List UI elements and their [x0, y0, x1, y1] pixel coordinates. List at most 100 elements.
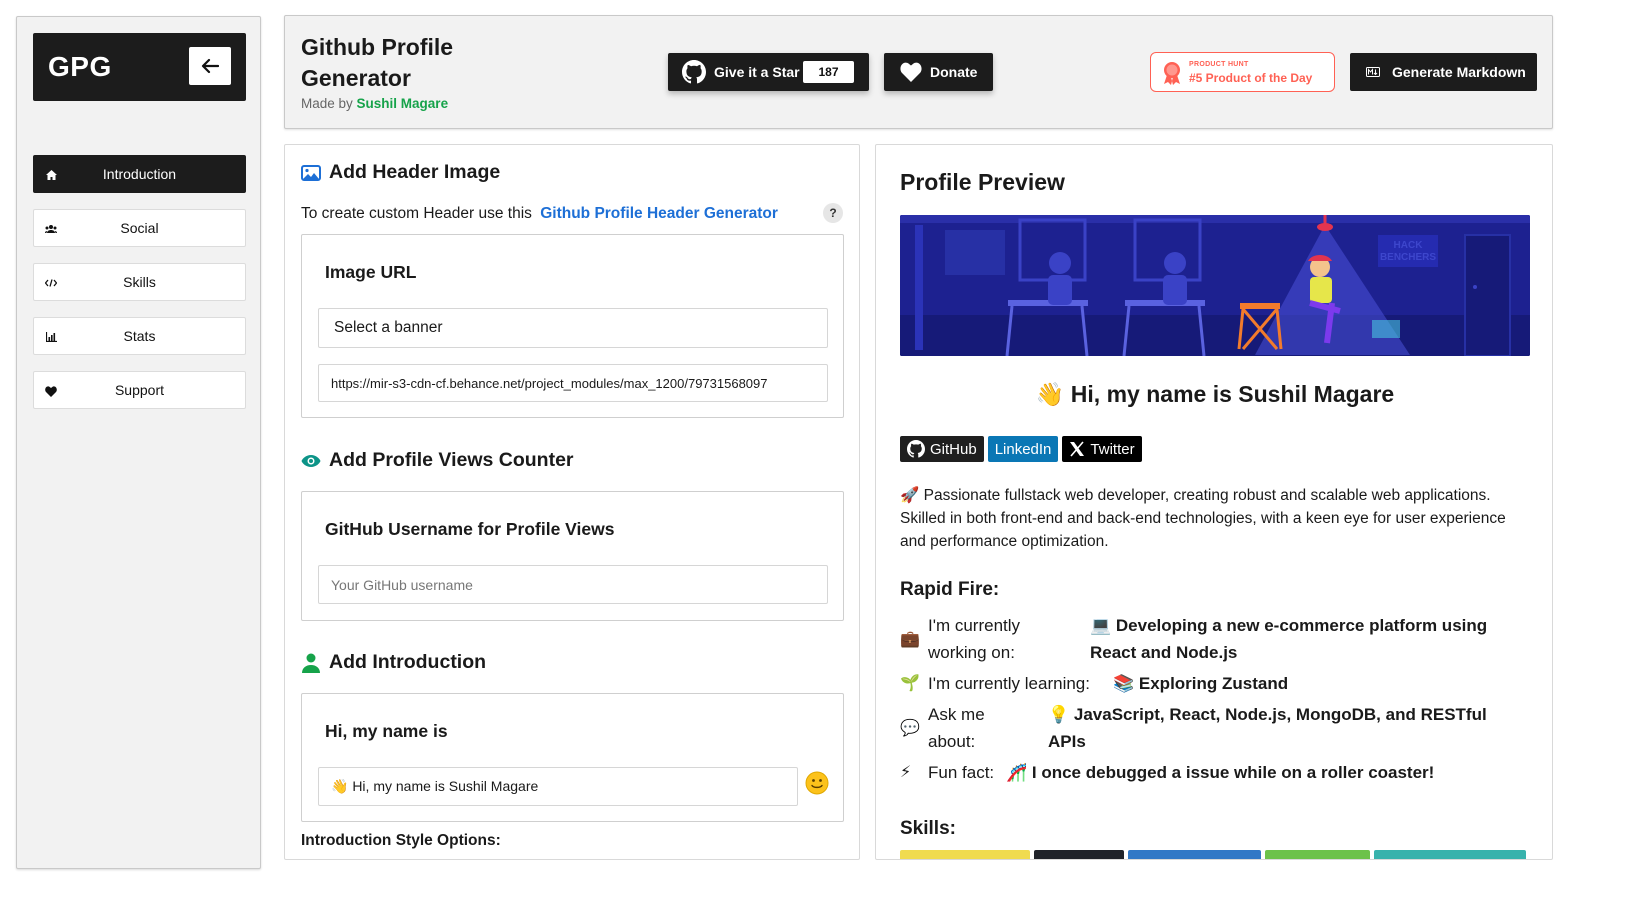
- lightning-icon: ⚡: [900, 764, 912, 781]
- generate-markdown-button[interactable]: Generate Markdown: [1350, 53, 1537, 91]
- rapid-fire-item: 🌱 I'm currently learning: 📚 Exploring Zu…: [900, 670, 1540, 697]
- home-icon: [44, 168, 58, 182]
- seedling-icon: 🌱: [900, 675, 920, 692]
- users-icon: [44, 222, 58, 236]
- sidebar-item-label: Social: [120, 220, 159, 236]
- eye-icon: [301, 451, 321, 471]
- image-url-input[interactable]: https://mir-s3-cdn-cf.behance.net/projec…: [318, 364, 828, 402]
- preview-panel: Profile Preview HACK BENCHERS 👋 Hi, my n…: [875, 144, 1553, 860]
- sidebar: GPG Introduction Social Skills Stats Sup…: [16, 16, 261, 869]
- heart-icon: [44, 384, 58, 398]
- made-by-prefix: Made by: [301, 96, 353, 111]
- image-url-card: Image URL Select a banner https://mir-s3…: [301, 234, 844, 418]
- header-banner-image: HACK BENCHERS: [900, 215, 1530, 356]
- speech-bubble-icon: 💬: [900, 720, 920, 737]
- preview-title: Profile Preview: [900, 169, 1065, 195]
- product-hunt-rank: #5 Product of the Day: [1189, 71, 1313, 85]
- donate-label: Donate: [930, 64, 978, 80]
- svg-text:BENCHERS: BENCHERS: [1380, 252, 1436, 263]
- linkedin-badge[interactable]: LinkedIn: [987, 436, 1059, 462]
- rapid-fire-label: I'm currently learning:: [928, 674, 1090, 693]
- heart-icon: [900, 62, 922, 82]
- preview-bio: 🚀 Passionate fullstack web developer, cr…: [900, 487, 1506, 550]
- github-icon: [907, 440, 925, 458]
- twitter-badge-label: Twitter: [1090, 440, 1135, 458]
- github-icon: [682, 60, 706, 84]
- rapid-fire-title: Rapid Fire:: [900, 579, 1000, 600]
- briefcase-icon: 💼: [900, 631, 920, 648]
- card-label: GitHub Username for Profile Views: [325, 519, 615, 539]
- skills-title: Skills:: [900, 818, 956, 839]
- linkedin-badge-label: LinkedIn: [994, 440, 1052, 458]
- section-title: Add Header Image: [329, 161, 501, 183]
- rapid-fire-item: ⚡ Fun fact: 🎢 I once debugged a issue wh…: [900, 759, 1540, 786]
- section-title: Add Introduction: [329, 651, 487, 673]
- skill-badge: [1034, 850, 1124, 859]
- rapid-fire-value: 💡 JavaScript, React, Node.js, MongoDB, a…: [1048, 705, 1487, 751]
- user-icon: [301, 653, 321, 673]
- rapid-fire-item: 💬 Ask me about: 💡 JavaScript, React, Nod…: [900, 701, 1540, 755]
- github-badge[interactable]: GitHub: [900, 436, 984, 462]
- chart-icon: [44, 330, 58, 344]
- top-header: Github Profile Generator Made by Sushil …: [284, 15, 1553, 129]
- introduction-card: Hi, my name is 👋 Hi, my name is Sushil M…: [301, 693, 844, 822]
- form-panel: Add Header Image To create custom Header…: [284, 144, 860, 860]
- section-header-image: Add Header Image: [301, 161, 500, 184]
- sidebar-item-label: Introduction: [102, 166, 177, 182]
- header-generator-link[interactable]: Github Profile Header Generator: [540, 205, 778, 222]
- github-badge-label: GitHub: [930, 440, 977, 458]
- skill-badge: [900, 850, 1030, 859]
- sidebar-item-label: Skills: [123, 274, 156, 290]
- help-icon[interactable]: ?: [823, 203, 843, 223]
- skill-badge: [1374, 850, 1526, 859]
- github-username-input[interactable]: Your GitHub username: [318, 565, 828, 604]
- sidebar-item-introduction[interactable]: Introduction: [33, 155, 246, 193]
- x-icon: [1069, 441, 1085, 457]
- rapid-fire-label: Ask me about:: [928, 705, 985, 751]
- social-badges: GitHub LinkedIn Twitter: [900, 436, 1142, 462]
- page-title: Github Profile Generator: [301, 34, 454, 91]
- skill-badge: [1265, 850, 1370, 859]
- banner-select[interactable]: Select a banner: [318, 308, 828, 348]
- header-helper-text: To create custom Header use this Github …: [301, 205, 778, 223]
- emoji-picker-icon[interactable]: [805, 771, 829, 795]
- views-counter-card: GitHub Username for Profile Views Your G…: [301, 491, 844, 621]
- donate-button[interactable]: Donate: [884, 53, 993, 91]
- product-hunt-badge[interactable]: PRODUCT HUNT #5 Product of the Day: [1150, 52, 1335, 92]
- rapid-fire-label: Fun fact:: [928, 763, 995, 782]
- star-count-badge: 187: [803, 61, 854, 83]
- rapid-fire-label: I'm currently working on:: [928, 616, 1021, 662]
- card-label: Hi, my name is: [325, 721, 448, 741]
- sidebar-item-label: Stats: [123, 328, 156, 344]
- twitter-badge[interactable]: Twitter: [1062, 436, 1142, 462]
- made-by-line: Made by Sushil Magare: [301, 96, 448, 111]
- sidebar-item-skills[interactable]: Skills: [33, 263, 246, 301]
- section-title: Add Profile Views Counter: [329, 449, 574, 471]
- sidebar-item-social[interactable]: Social: [33, 209, 246, 247]
- rapid-fire-value: 💻 Developing a new e-commerce platform u…: [1090, 616, 1488, 662]
- skill-badges: [900, 850, 1526, 859]
- card-label: Image URL: [325, 262, 417, 282]
- helper-text: To create custom Header use this: [301, 205, 532, 222]
- rapid-fire-value: 📚 Exploring Zustand: [1113, 674, 1289, 693]
- sidebar-item-label: Support: [114, 382, 165, 398]
- section-views-counter: Add Profile Views Counter: [301, 449, 574, 472]
- intro-greeting-input[interactable]: 👋 Hi, my name is Sushil Magare: [318, 767, 798, 806]
- preview-greeting: 👋 Hi, my name is Sushil Magare: [1035, 381, 1395, 407]
- sidebar-item-support[interactable]: Support: [33, 371, 246, 409]
- medal-icon: [1164, 62, 1180, 85]
- collapse-sidebar-button[interactable]: [189, 47, 231, 85]
- give-star-label: Give it a Star: [714, 64, 800, 80]
- app-logo: GPG: [48, 51, 112, 82]
- introduction-style-options-label: Introduction Style Options:: [301, 832, 501, 849]
- rapid-fire-value: 🎢 I once debugged a issue while on a rol…: [1006, 763, 1435, 782]
- code-icon: [44, 276, 58, 290]
- banner-text: HACK: [1394, 240, 1424, 251]
- skill-badge: [1128, 850, 1261, 859]
- rapid-fire-item: 💼 I'm currently working on: 💻 Developing…: [900, 612, 1540, 666]
- give-star-button[interactable]: Give it a Star 187: [668, 53, 869, 91]
- sidebar-nav: Introduction Social Skills Stats Support: [33, 155, 246, 425]
- author-link[interactable]: Sushil Magare: [357, 96, 449, 111]
- sidebar-item-stats[interactable]: Stats: [33, 317, 246, 355]
- arrow-left-icon: [201, 58, 219, 74]
